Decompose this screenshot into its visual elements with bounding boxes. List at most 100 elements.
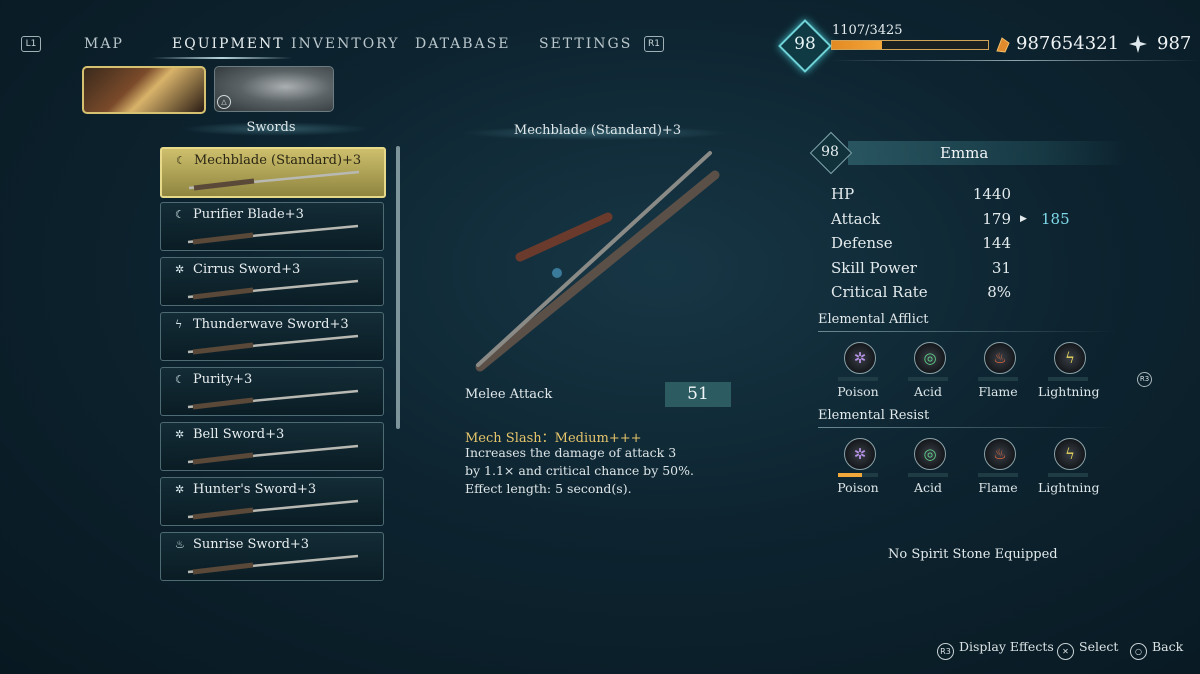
triangle-button-hint[interactable]: △ — [217, 95, 231, 109]
weapon-thumbnail — [187, 224, 359, 245]
weapon-list-item[interactable]: ☾ Mechblade (Standard)+3 — [160, 147, 386, 198]
xp-bar — [831, 40, 989, 50]
spirit-amount: 987 — [1157, 33, 1192, 54]
flame-icon: ♨ — [984, 438, 1016, 470]
weapon-thumbnail — [187, 334, 359, 355]
afflict-divider — [818, 331, 1118, 332]
r3-icon: R3 — [937, 643, 954, 660]
element-label: Acid — [913, 384, 943, 399]
element-poison: ✲ Poison — [828, 438, 888, 498]
stat-label: Defense — [831, 234, 893, 252]
tab-equipment[interactable]: EQUIPMENT — [172, 36, 285, 52]
tab-settings[interactable]: SETTINGS — [539, 36, 632, 52]
lightning-icon: ϟ — [1054, 438, 1086, 470]
xp-bar-fill — [832, 41, 883, 49]
element-label: Poison — [837, 384, 879, 399]
weapon-thumbnail — [187, 389, 359, 410]
element-level-bar — [838, 473, 878, 477]
gold-amrita-icon — [996, 37, 1010, 53]
top-divider — [830, 60, 1200, 61]
element-acid: ◎ Acid — [898, 342, 958, 402]
element-label: Flame — [978, 480, 1018, 495]
elemental-afflict-title: Elemental Afflict — [818, 312, 929, 327]
gold-amount: 987654321 — [1016, 33, 1120, 54]
stat-value: 144 — [982, 234, 1011, 252]
element-acid: ◎ Acid — [898, 438, 958, 498]
stat-label: HP — [831, 185, 855, 203]
weapon-list-item[interactable]: ✲ Bell Sword+3 — [160, 422, 384, 471]
l1-button-hint[interactable]: L1 — [21, 36, 41, 52]
special-effect-title: Mech Slash：Medium+++ — [465, 431, 642, 446]
element-level-bar — [1048, 377, 1088, 381]
element-poison: ✲ Poison — [828, 342, 888, 402]
character-level: 98 — [821, 144, 839, 160]
melee-attack-value: 51 — [665, 382, 731, 407]
element-label: Lightning — [1038, 384, 1100, 399]
weapon-preview-image — [475, 151, 720, 372]
display-effects-button[interactable]: R3 Display Effects — [937, 639, 1054, 660]
character-name: Emma — [940, 144, 989, 162]
weapon-thumbnail — [187, 499, 359, 520]
tab-map[interactable]: MAP — [84, 36, 124, 52]
acid-icon: ◎ — [914, 342, 946, 374]
element-level-bar — [978, 473, 1018, 477]
element-lightning: ϟ Lightning — [1038, 438, 1100, 498]
stat-label: Attack — [831, 209, 881, 228]
melee-attack-label: Melee Attack — [465, 387, 553, 402]
select-label: Select — [1079, 639, 1119, 654]
element-level-bar — [908, 377, 948, 381]
r3-button-hint[interactable]: R3 — [1137, 372, 1152, 387]
weapon-list-scrollbar[interactable] — [396, 146, 400, 429]
r1-button-hint[interactable]: R1 — [644, 36, 664, 52]
weapon-list-item[interactable]: ϟ Thunderwave Sword+3 — [160, 312, 384, 361]
spirit-shuriken-icon — [1129, 35, 1147, 53]
weapon-thumbnail — [187, 554, 359, 575]
flame-icon: ♨ — [984, 342, 1016, 374]
poison-icon: ✲ — [844, 438, 876, 470]
character-portrait-companion[interactable] — [214, 66, 334, 112]
element-level-bar — [908, 473, 948, 477]
weapon-list-item[interactable]: ✲ Hunter's Sword+3 — [160, 477, 384, 526]
element-label: Acid — [913, 480, 943, 495]
stat-value: 1440 — [972, 185, 1011, 203]
weapon-list-item[interactable]: ✲ Cirrus Sword+3 — [160, 257, 384, 306]
back-button[interactable]: ○ Back — [1130, 639, 1183, 660]
active-tab-underline — [152, 57, 292, 59]
category-title: Swords — [246, 120, 296, 135]
effect-description-line: by 1.1× and critical chance by 50%. — [465, 463, 694, 478]
element-lightning: ϟ Lightning — [1038, 342, 1100, 402]
weapon-list-item[interactable]: ♨ Sunrise Sword+3 — [160, 532, 384, 581]
selected-weapon-title: Mechblade (Standard)+3 — [513, 123, 682, 138]
weapon-list-item[interactable]: ☾ Purifier Blade+3 — [160, 202, 384, 251]
back-label: Back — [1152, 639, 1184, 654]
lightning-icon: ϟ — [1054, 342, 1086, 374]
stat-value: 179 — [982, 209, 1011, 228]
element-label: Flame — [978, 384, 1018, 399]
display-effects-label: Display Effects — [959, 639, 1054, 654]
stat-change-arrow-icon: ▶ — [1020, 213, 1027, 224]
stat-value: 31 — [991, 258, 1011, 277]
element-flame: ♨ Flame — [968, 342, 1028, 402]
elemental-resist-title: Elemental Resist — [818, 408, 930, 423]
weapon-thumbnail — [187, 279, 359, 300]
stat-new-value: 185 — [1041, 209, 1070, 228]
acid-icon: ◎ — [914, 438, 946, 470]
resist-divider — [818, 427, 1118, 428]
player-level: 98 — [794, 34, 816, 54]
weapon-list[interactable]: ☾ Mechblade (Standard)+3 ☾ Purifier Blade+3… — [158, 146, 388, 593]
weapon-thumbnail — [187, 444, 359, 465]
element-level-fill — [838, 473, 862, 477]
weapon-list-item[interactable]: ☾ Purity+3 — [160, 367, 384, 416]
tab-database[interactable]: DATABASE — [415, 36, 510, 52]
select-button[interactable]: ✕ Select — [1057, 639, 1118, 660]
character-portrait-emma[interactable] — [82, 66, 206, 114]
weapon-thumbnail — [188, 170, 360, 191]
stat-label: Skill Power — [831, 258, 917, 277]
stat-label: Critical Rate — [831, 283, 928, 301]
effect-description-line: Effect length: 5 second(s). — [465, 481, 632, 496]
tab-inventory[interactable]: INVENTORY — [291, 36, 400, 52]
circle-icon: ○ — [1130, 643, 1147, 660]
element-level-bar — [838, 377, 878, 381]
element-label: Lightning — [1038, 480, 1100, 495]
spirit-stone-status: No Spirit Stone Equipped — [888, 547, 1058, 562]
